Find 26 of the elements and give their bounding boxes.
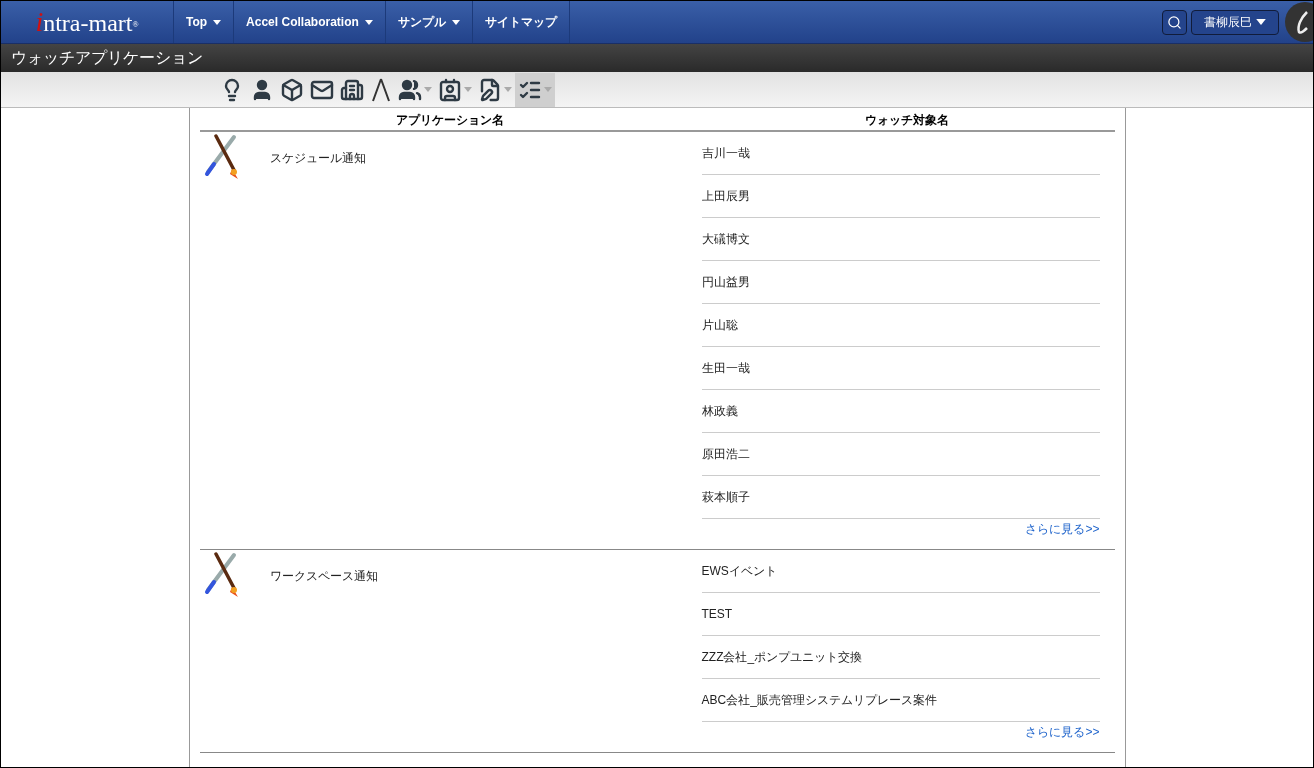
watch-target-name: 萩本順子 — [701, 489, 750, 506]
see-more-link[interactable]: さらに見る>> — [1025, 723, 1100, 752]
user-menu-button[interactable]: 書柳辰巳 — [1191, 9, 1279, 35]
watch-target-name: ABC会社_販売管理システムリプレース案件 — [701, 692, 937, 709]
nav-menu-item[interactable]: Top — [174, 1, 235, 43]
watch-target-name: 片山聡 — [701, 317, 738, 334]
watch-target-name: 大礒博文 — [701, 231, 750, 248]
see-more-link[interactable]: さらに見る>> — [1025, 520, 1100, 549]
watch-target-name: 原田浩二 — [701, 446, 750, 463]
nav-menu-item[interactable]: サイトマップ — [472, 1, 570, 43]
application-name: スケジュール通知 — [269, 150, 366, 167]
logo[interactable]: intra-mart$^{®}$ — [35, 1, 139, 43]
watch-target-name: 林政義 — [701, 403, 738, 420]
watch-target-name: TEST — [701, 606, 733, 623]
watch-target-name: ZZZ会社_ポンプユニット交換 — [701, 649, 863, 666]
application-name: ワークスペース通知 — [269, 568, 378, 585]
watch-target-name: 円山益男 — [701, 274, 750, 291]
nav-menu-item[interactable]: サンプル — [385, 1, 473, 43]
column-header: アプリケーション名 — [394, 112, 505, 129]
nav-menu-item[interactable]: Accel Collaboration — [234, 1, 386, 43]
watch-target-name: 生田一哉 — [701, 360, 750, 377]
watch-target-name: 上田辰男 — [701, 188, 750, 205]
watch-target-name: EWSイベント — [701, 563, 777, 580]
column-header: ウォッチ対象名 — [864, 112, 950, 129]
watch-target-name: 吉川一哉 — [701, 145, 750, 162]
page-title: ウォッチアプリケーション — [11, 48, 203, 68]
